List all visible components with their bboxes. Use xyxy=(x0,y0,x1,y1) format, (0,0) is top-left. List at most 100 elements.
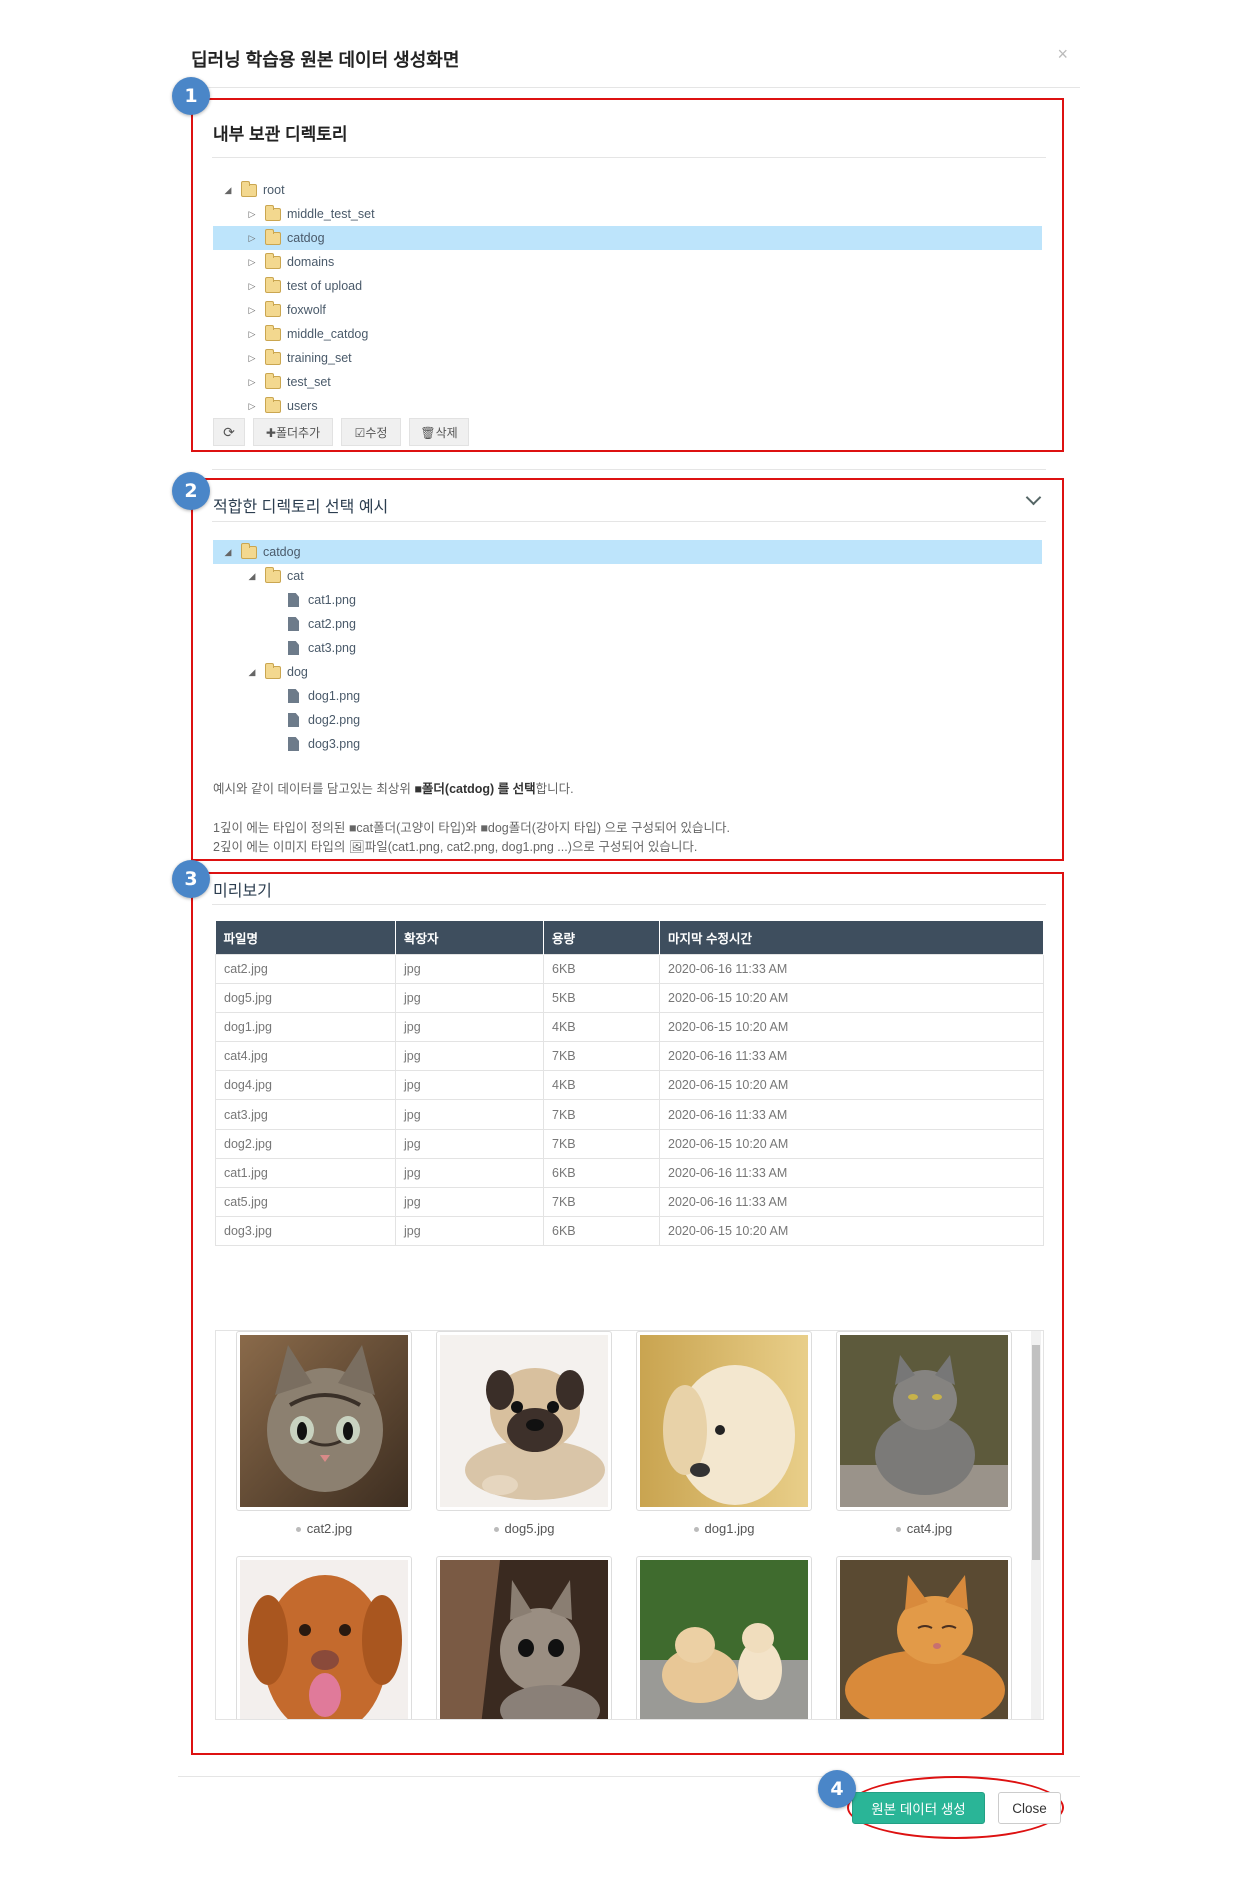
collapse-toggle-icon[interactable]: ▷ xyxy=(245,305,259,316)
collapse-toggle-icon[interactable]: ▷ xyxy=(245,353,259,364)
tree-node-test_set[interactable]: ▷ test_set xyxy=(213,370,1042,394)
folder-icon xyxy=(265,396,281,413)
collapse-toggle-icon[interactable]: ▷ xyxy=(245,281,259,292)
close-button[interactable]: Close xyxy=(998,1792,1061,1824)
section3-title: 미리보기 xyxy=(213,883,272,900)
cell-modified: 2020-06-16 11:33 AM xyxy=(659,1186,1044,1218)
step-badge-3: 3 xyxy=(172,860,210,898)
table-row[interactable]: dog3.jpg jpg 6KB 2020-06-15 10:20 AM xyxy=(215,1216,1044,1247)
example-file-dog-2[interactable]: dog2.png xyxy=(213,708,1042,732)
thumbnail-row2-4[interactable] xyxy=(836,1556,1012,1719)
cat-tabby-image xyxy=(240,1335,408,1507)
note1-emphasis: ■폴더(catdog) 를 선택 xyxy=(414,782,536,796)
thumbnail-dog1[interactable] xyxy=(636,1331,812,1511)
collapse-toggle-icon[interactable]: ▷ xyxy=(245,209,259,220)
close-icon[interactable]: × xyxy=(1057,44,1068,65)
table-row[interactable]: dog2.jpg jpg 7KB 2020-06-15 10:20 AM xyxy=(215,1128,1044,1159)
table-row[interactable]: dog5.jpg jpg 5KB 2020-06-15 10:20 AM xyxy=(215,982,1044,1013)
example-node-cat[interactable]: ◢ cat xyxy=(213,564,1042,588)
cell-extension: jpg xyxy=(395,1041,544,1072)
thumbnail-row2-1[interactable] xyxy=(236,1556,412,1719)
example-file-dog-1[interactable]: dog1.png xyxy=(213,684,1042,708)
cell-extension: jpg xyxy=(395,953,544,984)
tree-node-root[interactable]: ◢ root xyxy=(213,178,1042,202)
table-row[interactable]: cat2.jpg jpg 6KB 2020-06-16 11:33 AM xyxy=(215,953,1044,984)
example-node-catdog[interactable]: ◢ catdog xyxy=(213,540,1042,564)
tree-node-label: middle_test_set xyxy=(287,207,375,221)
add-folder-button[interactable]: ✚폴더추가 xyxy=(253,418,333,446)
edit-button[interactable]: ☑수정 xyxy=(341,418,401,446)
thumbnail-row2-3[interactable] xyxy=(636,1556,812,1719)
golden-puppy-image xyxy=(640,1335,808,1507)
step-badge-2: 2 xyxy=(172,472,210,510)
cell-filename: dog1.jpg xyxy=(215,1011,396,1043)
example-file-cat-2[interactable]: cat2.png xyxy=(213,612,1042,636)
column-header-size[interactable]: 용량 xyxy=(543,921,660,954)
refresh-button[interactable]: ⟳ xyxy=(213,418,245,446)
cell-extension: jpg xyxy=(395,1216,544,1247)
cell-size: 5KB xyxy=(543,982,660,1013)
example-node-dog[interactable]: ◢ dog xyxy=(213,660,1042,684)
folder-icon xyxy=(265,204,281,221)
section2-title: 적합한 디렉토리 선택 예시 xyxy=(213,499,389,516)
table-row[interactable]: cat4.jpg jpg 7KB 2020-06-16 11:33 AM xyxy=(215,1041,1044,1072)
expand-toggle-icon[interactable]: ◢ xyxy=(245,667,259,678)
collapse-toggle-icon[interactable]: ▷ xyxy=(245,329,259,340)
folder-icon xyxy=(265,566,281,583)
cell-size: 7KB xyxy=(543,1186,660,1218)
expand-toggle-icon[interactable]: ◢ xyxy=(245,571,259,582)
table-header-row: 파일명 확장자 용량 마지막 수정시간 xyxy=(215,921,1044,954)
collapse-toggle-icon[interactable]: ▷ xyxy=(245,257,259,268)
example-file-dog-3[interactable]: dog3.png xyxy=(213,732,1042,756)
thumbnail-cat4[interactable] xyxy=(836,1331,1012,1511)
thumbnail-dog5[interactable] xyxy=(436,1331,612,1511)
folder-icon xyxy=(241,542,257,559)
column-header-filename[interactable]: 파일명 xyxy=(215,921,396,954)
column-header-extension[interactable]: 확장자 xyxy=(395,921,544,954)
collapse-toggle-icon[interactable]: ▷ xyxy=(245,233,259,244)
example-note-3: 2깊이 에는 이미지 타입의 🖼파일(cat1.png, cat2.png, d… xyxy=(213,840,698,854)
folder-icon xyxy=(265,324,281,341)
thumbnail-row2-2[interactable] xyxy=(436,1556,612,1719)
collapse-toggle-icon[interactable]: ▷ xyxy=(245,401,259,412)
thumbnail-caption-cat2: cat2.jpg xyxy=(239,1521,409,1536)
folder-icon xyxy=(265,348,281,365)
cell-size: 4KB xyxy=(543,1070,660,1101)
orange-cat-image xyxy=(840,1560,1008,1719)
column-header-modified[interactable]: 마지막 수정시간 xyxy=(659,921,1044,954)
tree-node-foxwolf[interactable]: ▷ foxwolf xyxy=(213,298,1042,322)
tree-node-label: users xyxy=(287,399,318,413)
table-row[interactable]: cat3.jpg jpg 7KB 2020-06-16 11:33 AM xyxy=(215,1099,1044,1130)
scrollbar-thumb[interactable] xyxy=(1032,1345,1040,1560)
tree-node-middle_test_set[interactable]: ▷ middle_test_set xyxy=(213,202,1042,226)
red-dog-image xyxy=(240,1560,408,1719)
gallery-scrollbar[interactable] xyxy=(1031,1331,1041,1719)
example-file-cat-1[interactable]: cat1.png xyxy=(213,588,1042,612)
tree-node-users[interactable]: ▷ users xyxy=(213,394,1042,418)
tree-node-training_set[interactable]: ▷ training_set xyxy=(213,346,1042,370)
thumbnail-cat2[interactable] xyxy=(236,1331,412,1511)
caption-text: dog5.jpg xyxy=(504,1521,555,1536)
create-dataset-button[interactable]: 원본 데이터 생성 xyxy=(852,1792,985,1824)
tree-node-label: test of upload xyxy=(287,279,363,293)
expand-toggle-icon[interactable]: ◢ xyxy=(221,185,235,196)
collapse-toggle-icon[interactable]: ▷ xyxy=(245,377,259,388)
tree-node-middle_catdog[interactable]: ▷ middle_catdog xyxy=(213,322,1042,346)
table-row[interactable]: dog4.jpg jpg 4KB 2020-06-15 10:20 AM xyxy=(215,1070,1044,1101)
example-file-cat-3[interactable]: cat3.png xyxy=(213,636,1042,660)
tree-node-domains[interactable]: ▷ domains xyxy=(213,250,1042,274)
expand-toggle-icon[interactable]: ◢ xyxy=(221,547,235,558)
tree-node-test-of-upload[interactable]: ▷ test of upload xyxy=(213,274,1042,298)
cell-size: 6KB xyxy=(543,953,660,984)
cell-modified: 2020-06-16 11:33 AM xyxy=(659,953,1044,984)
tree-node-label: test_set xyxy=(287,375,331,389)
table-row[interactable]: cat5.jpg jpg 7KB 2020-06-16 11:33 AM xyxy=(215,1186,1044,1218)
folder-icon xyxy=(241,180,257,197)
tree-node-label: dog1.png xyxy=(308,689,361,703)
pug-image xyxy=(440,1335,608,1507)
tree-node-label: dog xyxy=(287,665,308,679)
table-row[interactable]: cat1.jpg jpg 6KB 2020-06-16 11:33 AM xyxy=(215,1157,1044,1189)
delete-button[interactable]: 🗑삭제 xyxy=(409,418,469,446)
tree-node-catdog[interactable]: ▷ catdog xyxy=(213,226,1042,250)
table-row[interactable]: dog1.jpg jpg 4KB 2020-06-15 10:20 AM xyxy=(215,1011,1044,1043)
